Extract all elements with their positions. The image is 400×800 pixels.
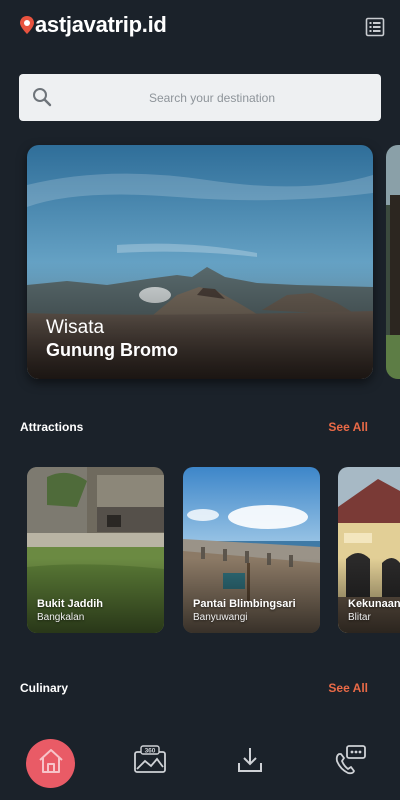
hero-title-line1: Wisata bbox=[46, 317, 105, 338]
logo-pin-icon bbox=[20, 16, 34, 34]
search-icon bbox=[31, 86, 53, 108]
view-360-icon: 360 bbox=[133, 744, 167, 780]
attraction-card-2[interactable]: Pantai Blimbingsari Banyuwangi bbox=[183, 467, 320, 633]
culinary-title: Culinary bbox=[20, 681, 69, 695]
nav-download-button[interactable] bbox=[226, 738, 274, 786]
hero-next-image bbox=[386, 145, 400, 379]
attraction-location: Bangkalan bbox=[37, 612, 85, 623]
search-bar[interactable] bbox=[19, 74, 381, 121]
hero-caption: Wisata Gunung Bromo bbox=[46, 317, 178, 361]
nav-contact-button[interactable] bbox=[326, 738, 374, 786]
nav-home-button[interactable] bbox=[26, 739, 75, 788]
contact-chat-icon bbox=[333, 744, 367, 781]
svg-text:360: 360 bbox=[145, 747, 156, 754]
hero-card-next[interactable] bbox=[386, 145, 400, 379]
attractions-title: Attractions bbox=[20, 420, 84, 434]
attraction-location: Blitar bbox=[348, 612, 371, 623]
attraction-name: Kekunaan bbox=[348, 598, 400, 610]
attractions-see-all-link[interactable]: See All bbox=[328, 420, 368, 434]
attraction-location: Banyuwangi bbox=[193, 612, 248, 623]
culinary-see-all-link[interactable]: See All bbox=[328, 681, 368, 695]
list-menu-icon[interactable] bbox=[364, 16, 386, 38]
attraction-card-3[interactable]: Kekunaan Blitar bbox=[338, 467, 400, 633]
app-logo[interactable]: astjavatrip.id bbox=[20, 12, 167, 38]
attraction-card-1[interactable]: Bukit Jaddih Bangkalan bbox=[27, 467, 164, 633]
hero-card-bromo[interactable]: Wisata Gunung Bromo bbox=[27, 145, 373, 379]
hero-title-line2: Gunung Bromo bbox=[46, 340, 178, 360]
home-icon bbox=[36, 746, 66, 781]
search-input[interactable] bbox=[19, 74, 381, 121]
attraction-name: Pantai Blimbingsari bbox=[193, 598, 296, 610]
attraction-name: Bukit Jaddih bbox=[37, 598, 104, 610]
download-icon bbox=[235, 745, 265, 780]
nav-360-button[interactable]: 360 bbox=[126, 738, 174, 786]
logo-text: astjavatrip.id bbox=[35, 12, 167, 37]
app-header: astjavatrip.id bbox=[0, 0, 400, 60]
bottom-navigation: 360 bbox=[0, 730, 400, 800]
